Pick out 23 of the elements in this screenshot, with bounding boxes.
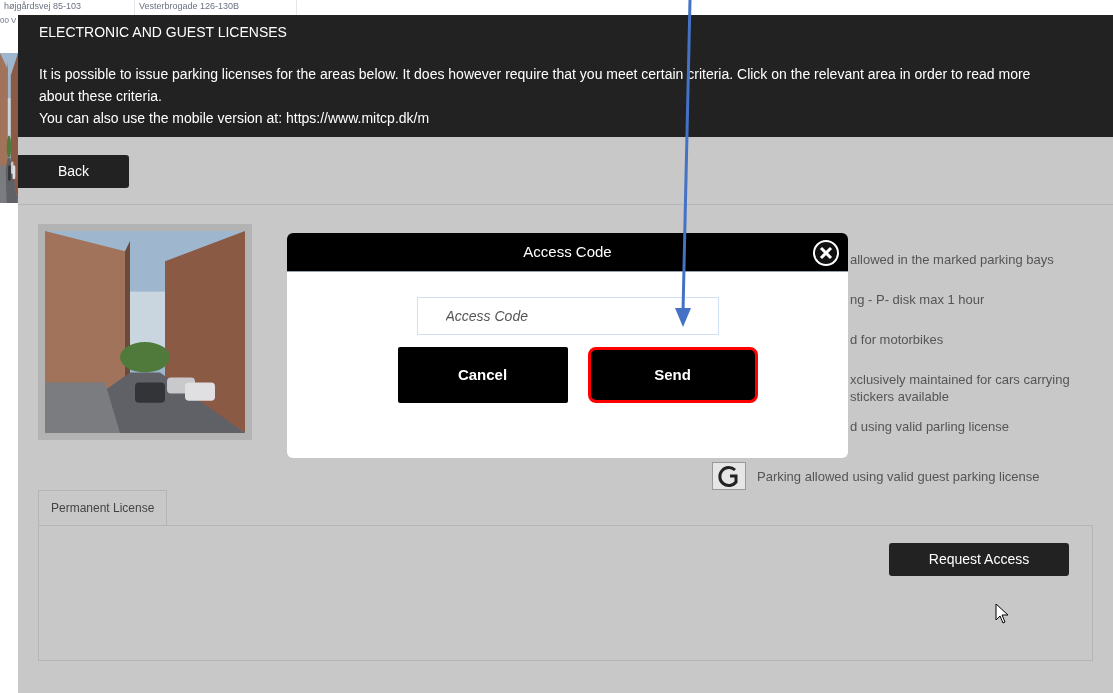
tab[interactable]: Permanent License [38, 490, 168, 526]
card-address: højgårdsvej 85-103 [4, 0, 82, 12]
legend-text: Parking allowed using valid guest parking license [757, 467, 1040, 485]
header-title: ELECTRONIC AND GUEST LICENSES [39, 23, 288, 42]
access-code-field[interactable]: Access Code [416, 297, 719, 335]
legend-text: xclusively maintained for cars carrying [850, 371, 1070, 388]
mouse-cursor-icon [995, 603, 1009, 625]
header-text: It is possible to issue parking licenses for the areas below. It does however require that you meet certain criteria. Click on the relevant area in order to read more about these criteria. [39, 65, 1032, 106]
card-address: Vesterbrogade 126-130B [139, 0, 240, 12]
back-button[interactable]: Back [18, 155, 129, 188]
legend-text: allowed in the marked parking bays [850, 251, 1054, 268]
dialog-button[interactable]: Send [587, 347, 758, 403]
dialog-button[interactable]: Cancel [397, 347, 568, 403]
card-text: 00 V [0, 15, 18, 27]
legend-text: d using valid parling license [850, 418, 1009, 435]
header-text: You can also use the mobile version at: https://www.mitcp.dk/m [39, 109, 431, 128]
guest-parking-icon [712, 462, 746, 490]
legend-text: ng - P- disk max 1 hour [850, 291, 985, 308]
legend-text: stickers available [850, 388, 950, 405]
close-icon[interactable] [812, 239, 840, 267]
legend-text: d for motorbikes [850, 331, 944, 348]
request-access-button[interactable]: Request Access [889, 543, 1069, 576]
dialog-title: Access Code [523, 241, 612, 262]
